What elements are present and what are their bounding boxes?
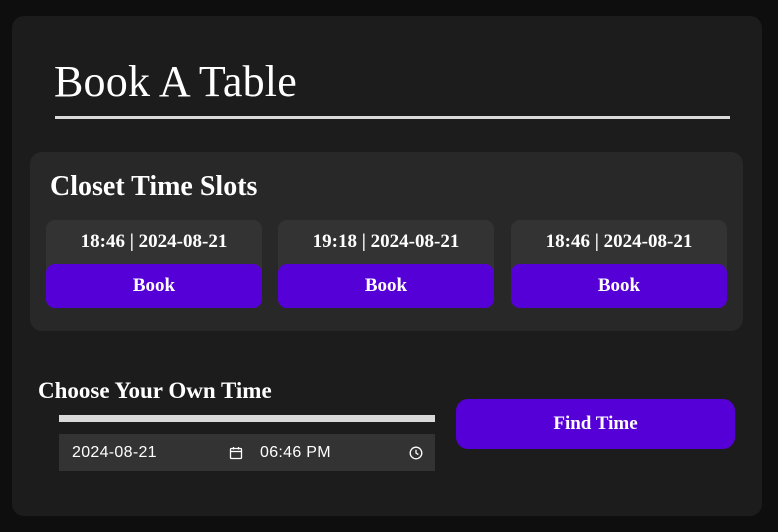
title-divider [55, 116, 730, 119]
date-value: 2024-08-21 [72, 443, 157, 461]
booking-card: Book A Table Closet Time Slots 18:46 | 2… [12, 16, 762, 516]
input-divider [59, 415, 435, 422]
book-slot-button[interactable]: Book [511, 264, 727, 308]
datetime-input-group: 2024-08-21 06:46 PM [59, 434, 435, 471]
choose-time-heading: Choose Your Own Time [38, 378, 272, 403]
time-slot-label: 18:46 | 2024-08-21 [545, 231, 693, 252]
time-slot-card: 18:46 | 2024-08-21 Book [46, 220, 262, 308]
date-input[interactable]: 2024-08-21 [72, 434, 244, 471]
book-slot-button[interactable]: Book [46, 264, 262, 308]
time-input[interactable]: 06:46 PM [260, 434, 424, 471]
find-time-button[interactable]: Find Time [456, 399, 735, 449]
clock-icon[interactable] [408, 445, 424, 461]
time-slots-heading: Closet Time Slots [50, 171, 258, 202]
time-slot-card: 19:18 | 2024-08-21 Book [278, 220, 494, 308]
time-slot-label: 19:18 | 2024-08-21 [312, 231, 460, 252]
calendar-icon[interactable] [228, 445, 244, 461]
time-value: 06:46 PM [260, 443, 331, 461]
time-slot-label: 18:46 | 2024-08-21 [80, 231, 228, 252]
time-slots-panel: Closet Time Slots 18:46 | 2024-08-21 Boo… [30, 152, 743, 331]
time-slot-card: 18:46 | 2024-08-21 Book [511, 220, 727, 308]
page-title: Book A Table [54, 57, 297, 106]
book-slot-button[interactable]: Book [278, 264, 494, 308]
